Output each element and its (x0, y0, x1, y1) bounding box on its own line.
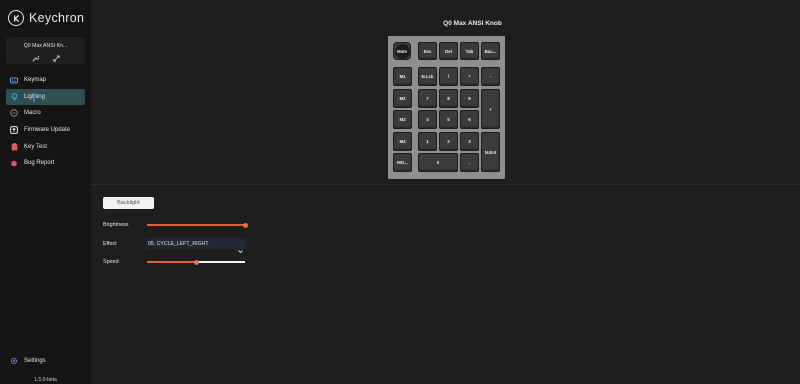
key[interactable]: Del (439, 42, 458, 60)
chevron-down-icon (238, 241, 243, 254)
keyboard-title: Q0 Max ANSI Knob (443, 20, 502, 27)
key[interactable]: Esc (418, 42, 437, 60)
key[interactable]: M1 (393, 67, 412, 86)
key[interactable]: 4 (418, 110, 437, 129)
key[interactable]: M3 (393, 110, 412, 129)
sidebar-item-label: Keymap (24, 77, 47, 83)
slider-fill (147, 261, 196, 263)
speed-slider[interactable] (147, 259, 245, 265)
key[interactable]: Bac... (481, 42, 500, 60)
key[interactable]: M4 (393, 132, 412, 151)
sidebar-item-keymap[interactable]: Keymap (6, 72, 85, 88)
key[interactable]: N.Lck (418, 67, 437, 86)
expand-icon[interactable] (52, 54, 60, 62)
key[interactable]: 3 (460, 132, 479, 151)
sidebar-item-label: Key Test (24, 143, 47, 150)
sidebar: Keychron Q0 Max ANSI Kn... Keymap Lighti… (0, 0, 91, 384)
divider (91, 184, 800, 185)
key[interactable]: / (439, 67, 458, 86)
upload-icon (10, 126, 18, 134)
device-name: Q0 Max ANSI Kn... (23, 43, 68, 49)
wrench-icon[interactable] (31, 54, 39, 62)
slider-thumb[interactable] (193, 259, 199, 265)
key[interactable]: N.Ent (481, 132, 500, 172)
sidebar-item-label: Bug Report (24, 160, 55, 167)
key[interactable]: 2 (439, 132, 458, 151)
key[interactable]: M2 (393, 89, 412, 108)
key[interactable]: 8 (439, 89, 458, 108)
key[interactable]: Tab (460, 42, 479, 60)
text-cursor-icon (33, 92, 35, 102)
key[interactable]: * (460, 67, 479, 86)
sidebar-item-macro[interactable]: Macro (6, 105, 85, 121)
key[interactable]: 7 (418, 89, 437, 108)
sidebar-item-settings[interactable]: Settings (10, 357, 46, 365)
app-version: 1.5.0-beta (34, 377, 57, 383)
sidebar-item-label: Firmware Update (24, 127, 71, 134)
effect-label: Effect (103, 241, 117, 247)
effect-value: 05. CYCLE_LEFT_RIGHT (148, 240, 209, 247)
sidebar-item-lighting[interactable]: Lighting (6, 88, 85, 105)
key[interactable]: 6 (460, 110, 479, 129)
key[interactable]: 9 (460, 89, 479, 108)
knob-label: Mute (394, 43, 410, 59)
effect-select[interactable]: 05. CYCLE_LEFT_RIGHT (146, 238, 246, 254)
keyboard-icon (10, 76, 18, 84)
sidebar-item-label: Macro (24, 110, 41, 117)
clipboard-icon (10, 143, 18, 151)
slider-thumb[interactable] (242, 222, 248, 228)
keyboard-layout: Mute Esc Del Tab Bac... M1 N.Lck / * - M… (388, 36, 505, 179)
brightness-label: Brightness (103, 222, 129, 228)
sidebar-item-key-test[interactable]: Key Test (6, 139, 85, 155)
device-card[interactable]: Q0 Max ANSI Kn... (6, 37, 85, 64)
gear-icon (10, 357, 18, 365)
bulb-icon (10, 92, 18, 101)
key[interactable]: 5 (439, 110, 458, 129)
brightness-slider[interactable] (147, 222, 248, 228)
app-name: Keychron (29, 11, 85, 25)
brand: Keychron (8, 9, 84, 27)
slider-fill (147, 224, 245, 226)
sidebar-item-label: Settings (24, 358, 46, 364)
sidebar-item-firmware-update[interactable]: Firmware Update (6, 122, 85, 138)
key[interactable]: - (481, 67, 500, 86)
tab-backlight[interactable]: Backlight (103, 197, 154, 209)
sidebar-nav: Keymap Lighting Macro Firmware Update (6, 72, 85, 172)
keychron-logo-icon (8, 10, 24, 26)
key[interactable]: MO... (393, 153, 412, 172)
key[interactable]: 1 (418, 132, 437, 151)
key[interactable]: . (460, 153, 479, 172)
key[interactable]: + (481, 89, 500, 129)
macro-icon (10, 109, 18, 118)
sidebar-item-bug-report[interactable]: Bug Report (6, 155, 85, 171)
knob-key[interactable]: Mute (393, 42, 411, 60)
key[interactable]: 0 (418, 153, 458, 172)
speed-label: Speed (103, 259, 119, 265)
bug-icon (10, 159, 18, 167)
